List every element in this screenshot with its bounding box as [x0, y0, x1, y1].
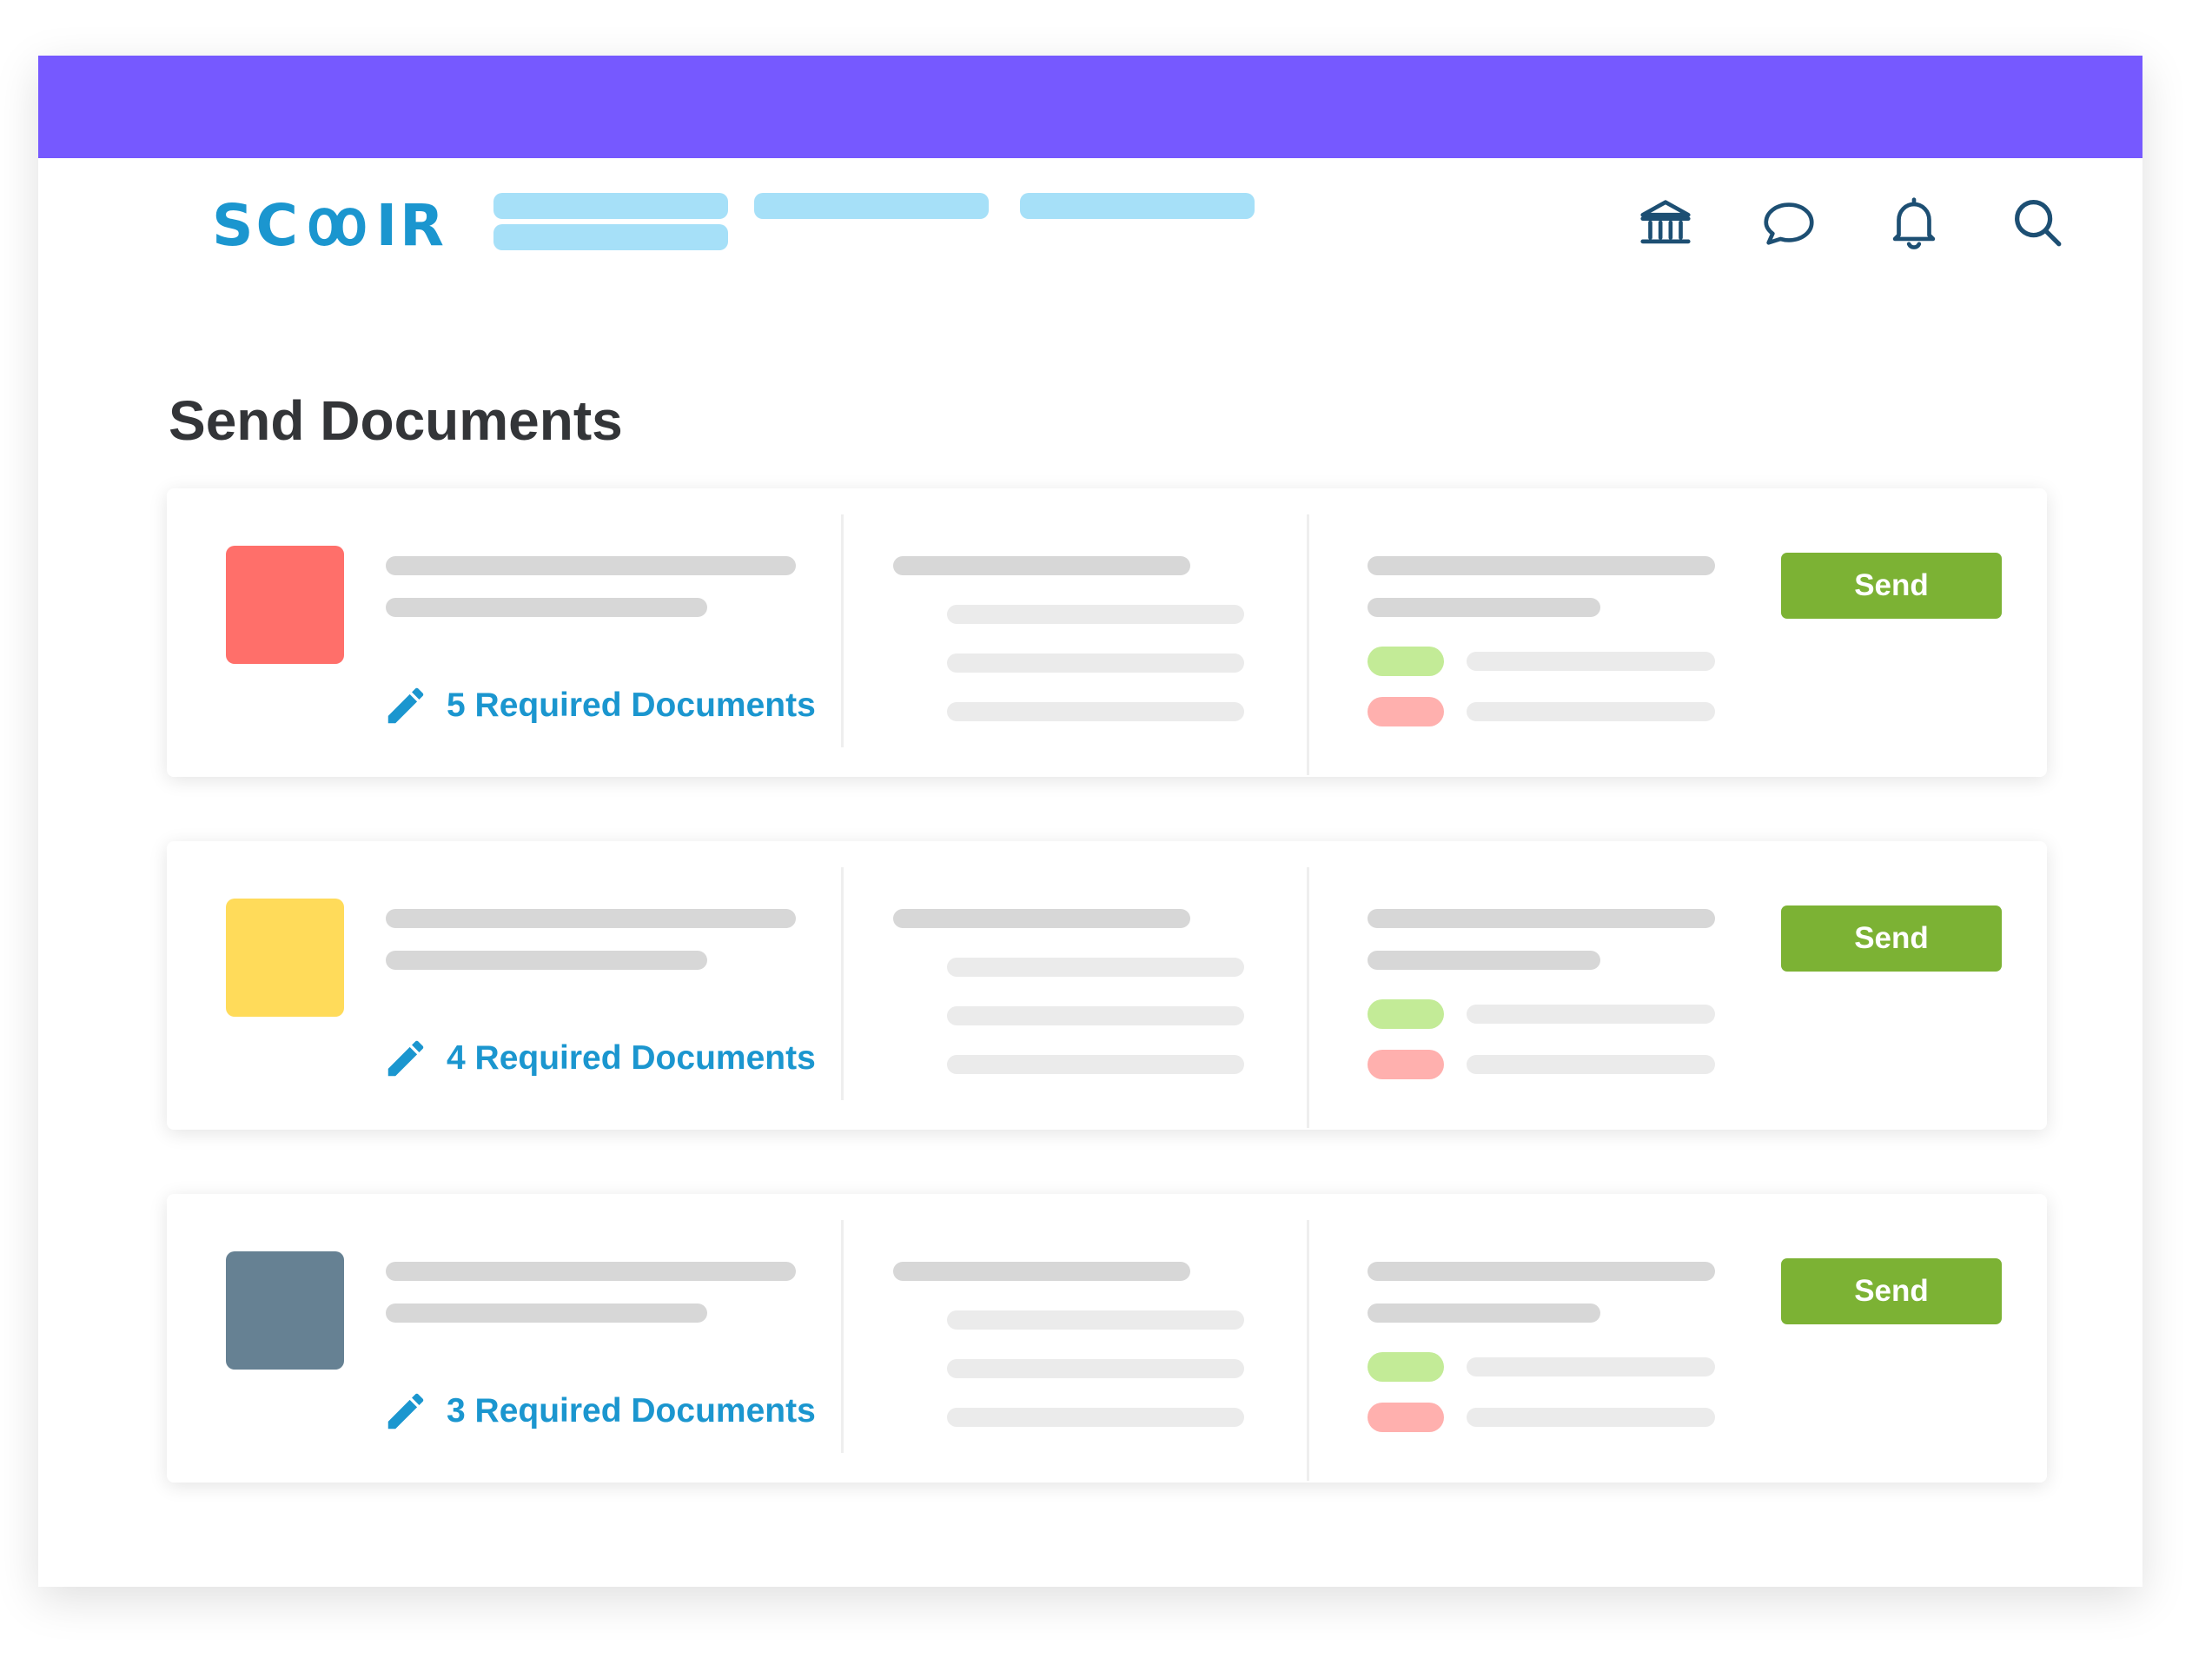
- text-placeholder: [1467, 1055, 1715, 1074]
- text-placeholder: [1467, 1408, 1715, 1427]
- text-placeholder: [386, 598, 707, 617]
- text-placeholder: [947, 653, 1244, 673]
- pencil-icon: [387, 1040, 424, 1077]
- column-divider: [841, 514, 844, 747]
- text-placeholder: [1467, 1005, 1715, 1024]
- status-pill-green: [1368, 1352, 1444, 1382]
- required-documents-label: 5 Required Documents: [447, 687, 816, 724]
- document-card: 3 Required Documents Send: [167, 1194, 2047, 1483]
- send-button[interactable]: Send: [1781, 553, 2002, 619]
- column-divider: [841, 867, 844, 1100]
- text-placeholder: [1368, 1303, 1600, 1323]
- nav-link-placeholder[interactable]: [754, 193, 989, 219]
- text-placeholder: [947, 605, 1244, 624]
- status-pill-red: [1368, 1403, 1444, 1432]
- text-placeholder: [893, 1262, 1190, 1281]
- document-card: 4 Required Documents Send: [167, 841, 2047, 1130]
- school-color-swatch: [226, 899, 344, 1017]
- text-placeholder: [386, 556, 796, 575]
- text-placeholder: [1368, 1262, 1715, 1281]
- text-placeholder: [947, 1359, 1244, 1378]
- text-placeholder: [386, 909, 796, 928]
- nav-link-placeholder[interactable]: [493, 193, 728, 219]
- top-color-bar: [38, 56, 2142, 158]
- scoir-logo[interactable]: SC OO IR: [212, 191, 447, 261]
- school-color-swatch: [226, 546, 344, 664]
- text-placeholder: [947, 1408, 1244, 1427]
- column-divider: [1307, 867, 1309, 1128]
- text-placeholder: [947, 1006, 1244, 1025]
- required-documents-label: 3 Required Documents: [447, 1392, 816, 1430]
- page-title: Send Documents: [169, 389, 623, 452]
- pencil-icon: [387, 1393, 424, 1430]
- send-button[interactable]: Send: [1781, 905, 2002, 972]
- bell-icon[interactable]: [1884, 192, 1944, 253]
- nav-link-placeholder[interactable]: [1020, 193, 1255, 219]
- status-pill-red: [1368, 697, 1444, 726]
- column-divider: [841, 1220, 844, 1453]
- app-window: SC OO IR Send Documents 5 Required Docum…: [38, 56, 2142, 1587]
- text-placeholder: [1467, 1357, 1715, 1376]
- send-button[interactable]: Send: [1781, 1258, 2002, 1324]
- text-placeholder: [947, 702, 1244, 721]
- pencil-icon: [387, 687, 424, 724]
- chat-bubble-icon[interactable]: [1758, 192, 1819, 253]
- status-pill-green: [1368, 999, 1444, 1029]
- text-placeholder: [893, 909, 1190, 928]
- text-placeholder: [1368, 556, 1715, 575]
- text-placeholder: [1467, 652, 1715, 671]
- text-placeholder: [947, 1055, 1244, 1074]
- text-placeholder: [1467, 702, 1715, 721]
- status-pill-green: [1368, 647, 1444, 676]
- text-placeholder: [947, 958, 1244, 977]
- text-placeholder: [947, 1310, 1244, 1330]
- document-card: 5 Required Documents Send: [167, 488, 2047, 777]
- text-placeholder: [1368, 909, 1715, 928]
- text-placeholder: [893, 556, 1190, 575]
- text-placeholder: [1368, 598, 1600, 617]
- text-placeholder: [1368, 951, 1600, 970]
- column-divider: [1307, 1220, 1309, 1481]
- required-documents-link[interactable]: 3 Required Documents: [382, 1387, 816, 1436]
- bank-icon[interactable]: [1635, 192, 1696, 253]
- required-documents-label: 4 Required Documents: [447, 1039, 816, 1077]
- required-documents-link[interactable]: 4 Required Documents: [382, 1034, 816, 1083]
- column-divider: [1307, 514, 1309, 775]
- search-icon[interactable]: [2007, 192, 2068, 253]
- status-pill-red: [1368, 1050, 1444, 1079]
- school-color-swatch: [226, 1251, 344, 1370]
- text-placeholder: [386, 951, 707, 970]
- required-documents-link[interactable]: 5 Required Documents: [382, 681, 816, 730]
- nav-link-placeholder[interactable]: [493, 224, 728, 250]
- text-placeholder: [386, 1262, 796, 1281]
- text-placeholder: [386, 1303, 707, 1323]
